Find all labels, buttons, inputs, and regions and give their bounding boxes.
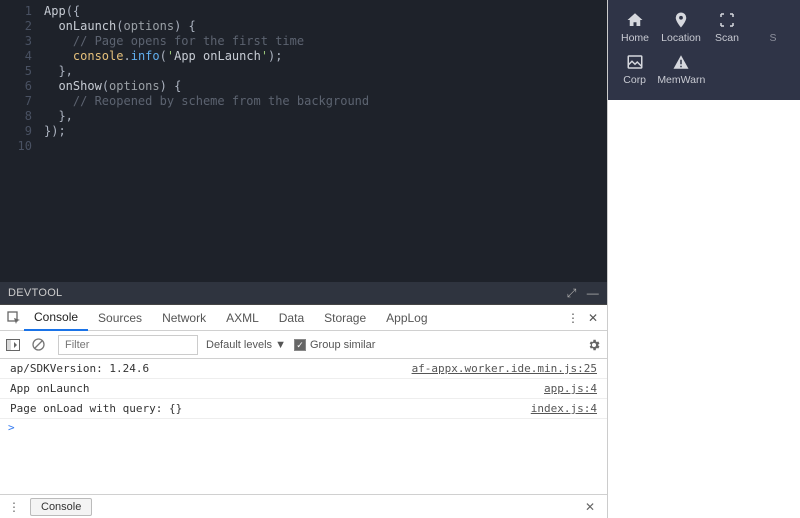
editor-gutter: 1 2 3 4 5 6 7 8 9 10 [0, 0, 40, 282]
log-source-link[interactable]: index.js:4 [531, 402, 597, 415]
console-log[interactable]: ap/SDKVersion: 1.24.6 af-appx.worker.ide… [0, 359, 607, 494]
log-row: App onLaunch app.js:4 [0, 379, 607, 399]
tab-console[interactable]: Console [24, 305, 88, 331]
nav-more[interactable]: S [750, 6, 796, 48]
devtool-title: DEVTOOL [8, 287, 62, 299]
log-message: App onLaunch [10, 382, 89, 395]
editor-content[interactable]: App({ onLaunch(options) { // Page opens … [40, 0, 607, 282]
log-message: Page onLoad with query: {} [10, 402, 182, 415]
clear-console-icon[interactable] [32, 338, 50, 351]
log-row: Page onLoad with query: {} index.js:4 [0, 399, 607, 419]
simulator-panel: Home Location Scan S Corp [607, 0, 800, 518]
simulator-viewport[interactable] [608, 100, 800, 518]
toggle-sidebar-icon[interactable] [6, 339, 24, 351]
group-similar-checkbox[interactable]: ✓ Group similar [294, 339, 375, 351]
console-settings-icon[interactable] [587, 338, 601, 352]
expand-icon[interactable]: ⤢ [567, 286, 577, 301]
nav-home[interactable]: Home [612, 6, 658, 48]
console-toolbar: Default levels ▼ ✓ Group similar [0, 331, 607, 359]
drawer-tab-console[interactable]: Console [30, 498, 92, 516]
log-source-link[interactable]: af-appx.worker.ide.min.js:25 [412, 362, 597, 375]
minimize-icon[interactable]: — [587, 286, 599, 300]
tab-sources[interactable]: Sources [88, 305, 152, 331]
nav-location[interactable]: Location [658, 6, 704, 48]
code-editor[interactable]: 1 2 3 4 5 6 7 8 9 10 App({ onLaunch(opti… [0, 0, 607, 282]
log-message: ap/SDKVersion: 1.24.6 [10, 362, 149, 375]
devtools-tabstrip: Console Sources Network AXML Data Storag… [0, 305, 607, 331]
log-row: ap/SDKVersion: 1.24.6 af-appx.worker.ide… [0, 359, 607, 379]
tab-axml[interactable]: AXML [216, 305, 269, 331]
warning-icon [671, 52, 691, 72]
devtools-drawer: ⋮ Console ✕ [0, 494, 607, 518]
more-icon [763, 10, 783, 30]
devtools-panel: Console Sources Network AXML Data Storag… [0, 304, 607, 518]
console-prompt[interactable]: > [0, 419, 607, 436]
location-icon [671, 10, 691, 30]
tab-network[interactable]: Network [152, 305, 216, 331]
drawer-menu-icon[interactable]: ⋮ [4, 500, 24, 514]
image-icon [625, 52, 645, 72]
tab-storage[interactable]: Storage [314, 305, 376, 331]
tab-applog[interactable]: AppLog [376, 305, 437, 331]
console-filter-input[interactable] [58, 335, 198, 355]
inspect-element-icon[interactable] [4, 311, 24, 325]
log-level-dropdown[interactable]: Default levels ▼ [206, 339, 286, 351]
kebab-menu-icon[interactable]: ⋮ [563, 311, 583, 325]
drawer-close-icon[interactable]: ✕ [577, 500, 603, 514]
nav-scan[interactable]: Scan [704, 6, 750, 48]
nav-memwarn[interactable]: MemWarn [657, 48, 705, 90]
home-icon [625, 10, 645, 30]
simulator-nav: Home Location Scan S Corp [608, 0, 800, 100]
devtool-header: DEVTOOL ⤢ — [0, 282, 607, 304]
nav-corp[interactable]: Corp [612, 48, 657, 90]
tab-data[interactable]: Data [269, 305, 314, 331]
log-source-link[interactable]: app.js:4 [544, 382, 597, 395]
scan-icon [717, 10, 737, 30]
close-devtools-icon[interactable]: ✕ [583, 311, 603, 325]
